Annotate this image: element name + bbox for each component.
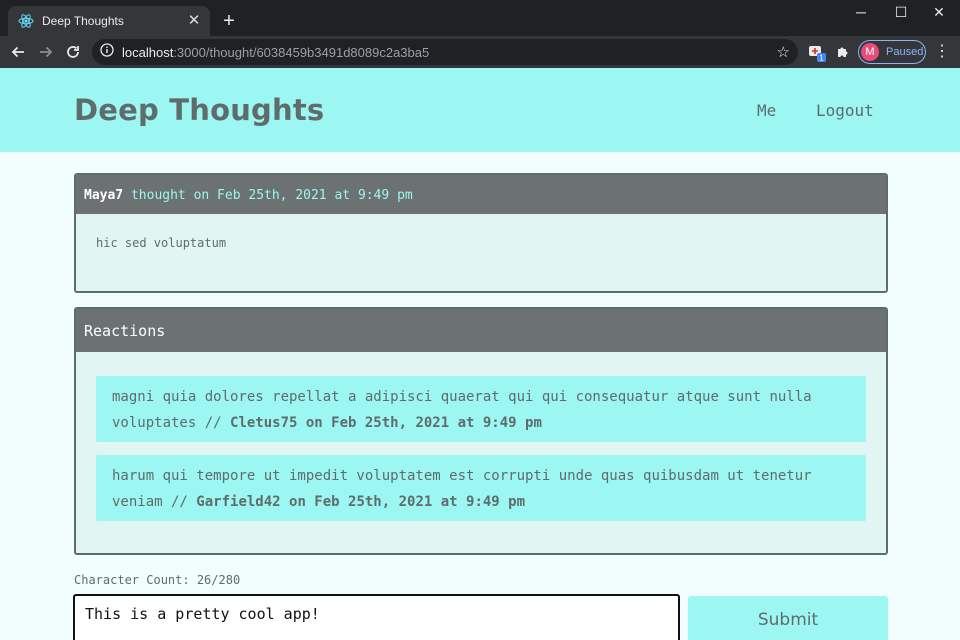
address-bar[interactable]: localhost:3000/thought/6038459b3491d8089… [92,39,798,65]
submit-button[interactable]: Submit [688,596,888,640]
reload-icon[interactable] [63,42,83,62]
minimize-icon[interactable]: ─ [850,4,872,20]
browser-tab[interactable]: Deep Thoughts ✕ [8,6,210,36]
bookmark-star-icon[interactable]: ☆ [777,43,790,61]
reaction-item: harum qui tempore ut impedit voluptatem … [96,455,866,521]
forward-icon[interactable] [36,42,56,62]
new-tab-icon[interactable]: + [218,10,240,32]
nav-link-me[interactable]: Me [757,101,776,120]
reactions-card: Reactions magni quia dolores repellat a … [74,307,888,555]
thought-meta: thought on Feb 25th, 2021 at 9:49 pm [123,188,413,203]
browser-tab-strip: Deep Thoughts ✕ + ─ ☐ ✕ [0,0,960,36]
tab-title: Deep Thoughts [42,14,124,28]
profile-status: Paused [886,46,924,58]
reaction-textarea[interactable]: This is a pretty cool app! [73,594,680,640]
thought-card: Maya7 thought on Feb 25th, 2021 at 9:49 … [74,173,888,293]
thought-body: hic sed voluptatum [96,236,227,250]
character-count: Character Count: 26/280 [74,573,241,587]
more-menu-icon[interactable]: ⋮ [934,40,950,64]
profile-button[interactable]: M Paused [858,40,926,64]
reaction-item: magni quia dolores repellat a adipisci q… [96,376,866,442]
reactions-title: Reactions [76,309,886,352]
svg-text:1: 1 [819,54,824,63]
nav-link-logout[interactable]: Logout [816,101,874,120]
reaction-byline[interactable]: Garfield42 on Feb 25th, 2021 at 9:49 pm [196,494,525,510]
thought-username[interactable]: Maya7 [84,188,123,203]
thought-header: Maya7 thought on Feb 25th, 2021 at 9:49 … [76,175,886,214]
react-icon [18,13,34,29]
browser-toolbar: localhost:3000/thought/6038459b3491d8089… [0,36,960,68]
url-text[interactable]: localhost:3000/thought/6038459b3491d8089… [122,45,429,60]
back-icon[interactable] [8,42,28,62]
puzzle-extensions-icon[interactable] [835,43,851,64]
close-window-icon[interactable]: ✕ [928,4,950,21]
maximize-icon[interactable]: ☐ [890,4,912,21]
brand-title[interactable]: Deep Thoughts [74,93,324,127]
close-tab-icon[interactable]: ✕ [186,13,202,29]
reaction-byline[interactable]: Cletus75 on Feb 25th, 2021 at 9:49 pm [230,415,542,431]
info-icon[interactable] [100,42,114,62]
extension-icon[interactable]: 1 [808,43,828,68]
app-header: Deep Thoughts Me Logout [0,68,960,152]
avatar: M [861,43,879,61]
